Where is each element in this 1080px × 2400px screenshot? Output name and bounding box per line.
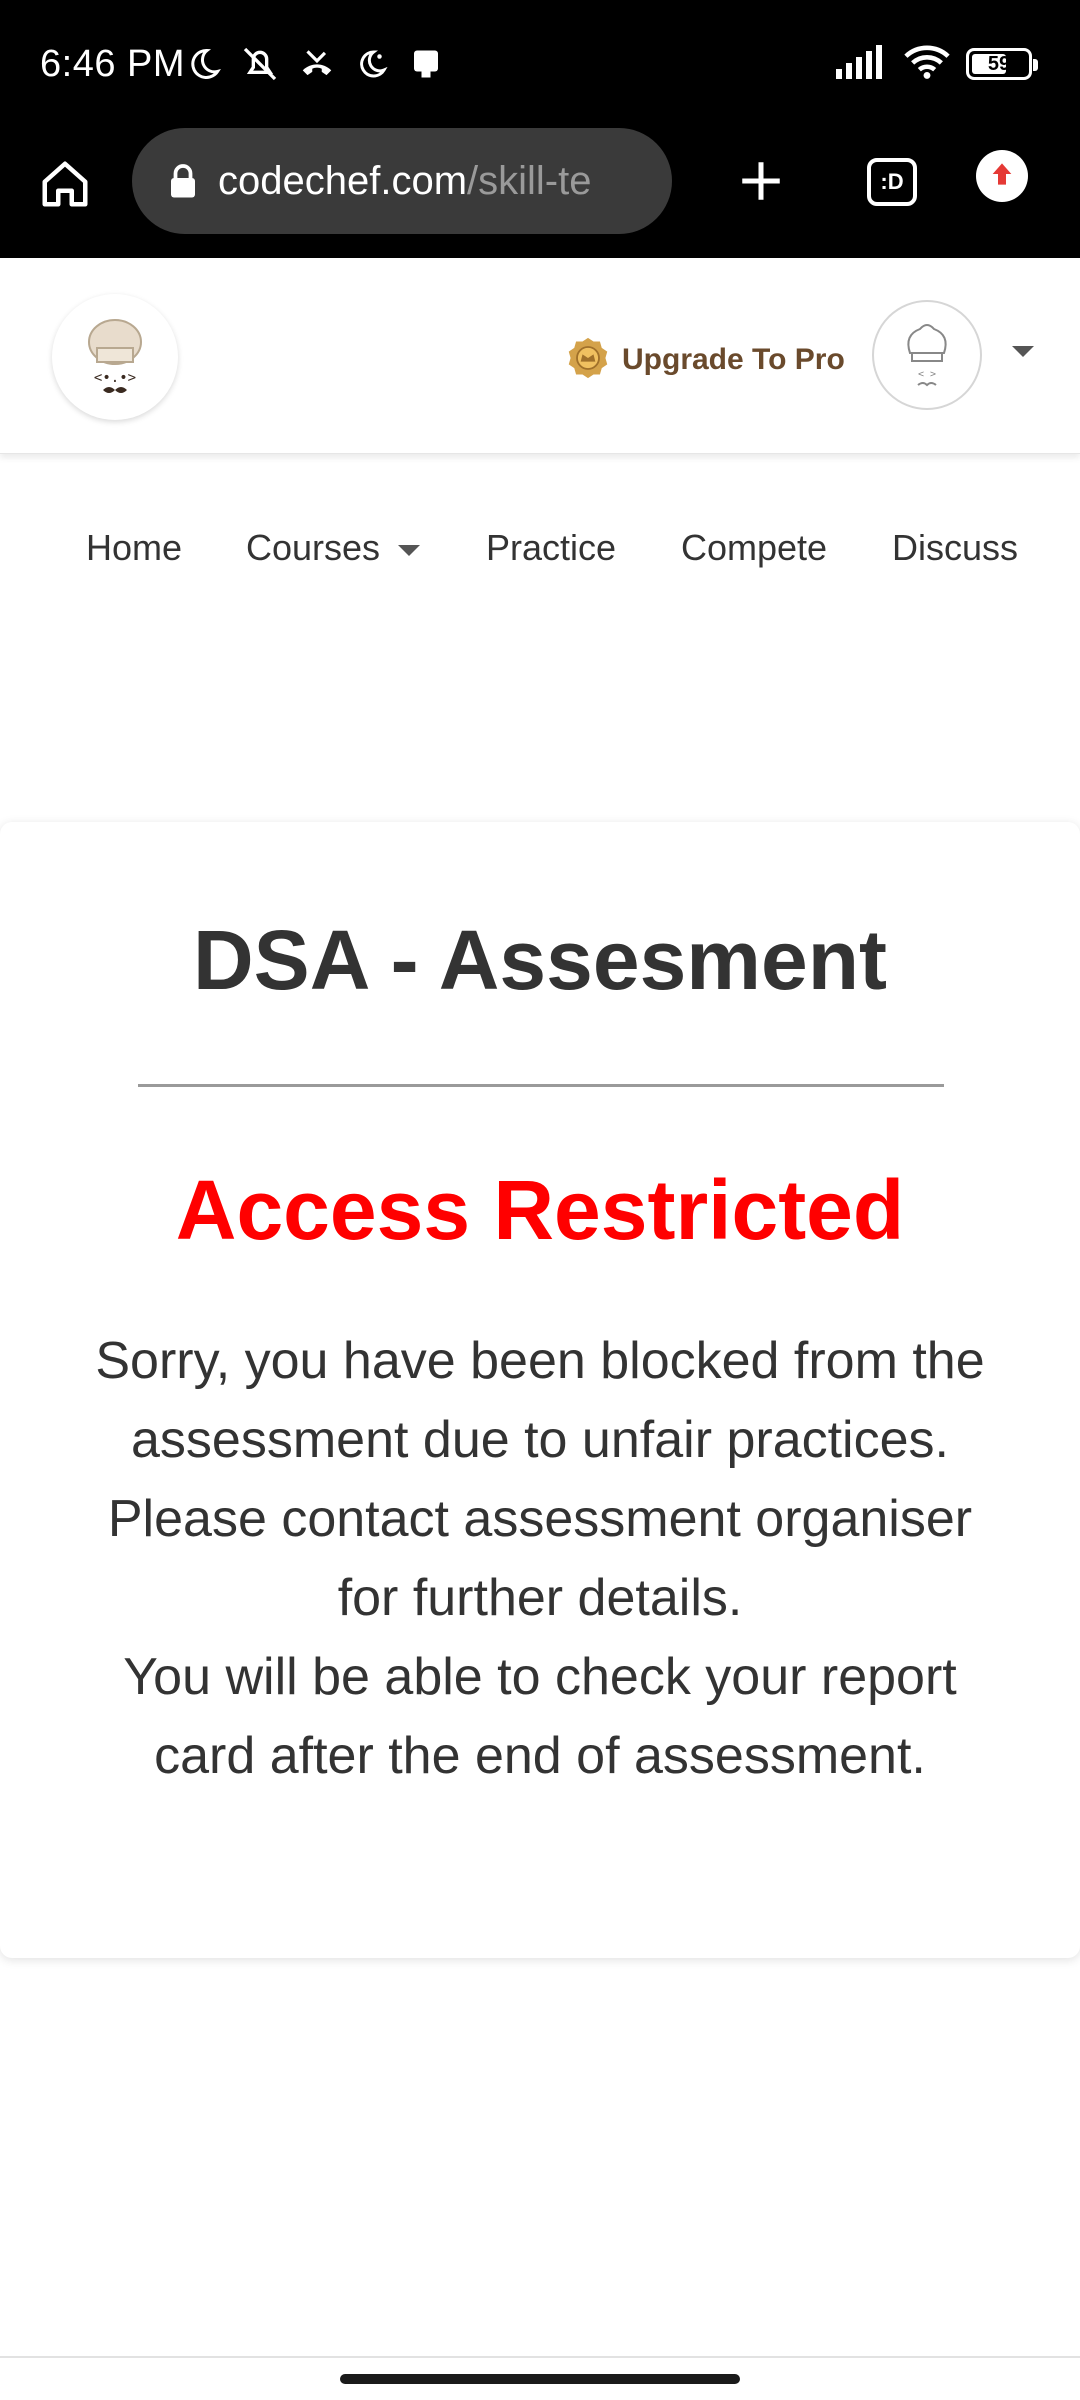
assessment-card: DSA - Assesment Access Restricted Sorry,… [0,822,1080,1958]
message-line: Please contact assessment organiser for … [107,1490,973,1627]
update-button[interactable] [976,150,1028,202]
nav-compete[interactable]: Compete [681,516,827,580]
message-line: You will be able to check your report ca… [123,1648,957,1785]
nav-discuss-label: Discuss [892,527,1019,568]
upgrade-to-pro-link[interactable]: Upgrade To Pro [566,330,845,390]
battery-icon: 59 [966,48,1038,80]
moon-icon [186,46,222,82]
url-path: /skill-te [467,158,592,203]
tab-switcher-button[interactable]: :D [860,150,924,214]
codechef-logo[interactable]: <•.•> [52,294,178,420]
nav-practice-label: Practice [486,527,617,568]
night-mode-icon [354,46,390,82]
avatar[interactable]: < > [872,300,982,410]
nav-home-label: Home [86,527,183,568]
mute-icon [240,44,280,84]
status-time: 6:46 PM [40,43,186,85]
site-header: <•.•> Upgrade To Pro < > [0,258,1080,454]
page-title: DSA - Assesment [193,913,887,1007]
browser-toolbar: codechef.com/skill-te :D [0,128,1080,258]
nav-discuss[interactable]: Discuss [892,516,1018,580]
crown-badge-icon [566,336,610,385]
battery-level: 59 [987,52,1011,75]
url-bar[interactable]: codechef.com/skill-te [132,128,672,234]
message-line: Sorry, you have been blocked from the as… [95,1332,985,1469]
divider [138,1084,944,1087]
notification-icon [408,46,444,82]
svg-text:<•.•>: <•.•> [94,370,136,386]
access-status: Access Restricted [175,1163,905,1257]
update-icon [986,158,1018,195]
nav-practice[interactable]: Practice [486,516,616,580]
wifi-icon [904,44,950,85]
nav-compete-label: Compete [681,527,828,568]
plus-icon [736,156,786,211]
home-button[interactable] [30,146,100,226]
signal-icon [836,44,888,84]
caret-down-icon[interactable] [1012,346,1034,357]
bottom-divider [0,2356,1080,2358]
tab-switcher-icon: :D [867,158,917,206]
home-icon [38,157,92,216]
svg-text:< >: < > [918,369,936,380]
restriction-message: Sorry, you have been blocked from the as… [80,1322,1000,1796]
main-nav: Home Courses Practice Compete Discuss [0,516,1080,580]
nav-courses-label: Courses [246,527,381,568]
status-bar: 6:46 PM 59 [0,0,1080,128]
nav-home[interactable]: Home [86,516,182,580]
url-domain: codechef.com [218,158,468,203]
lock-icon [168,163,198,199]
status-icons-right: 59 [836,44,1038,85]
new-tab-button[interactable] [724,146,798,220]
status-icons-left [186,40,444,88]
gesture-navigation-bar[interactable] [340,2374,740,2384]
upgrade-label: Upgrade To Pro [622,343,845,376]
nav-courses[interactable]: Courses [246,516,421,580]
url-text: codechef.com/skill-te [218,159,591,204]
chevron-down-icon [398,544,421,556]
missed-call-icon [298,45,336,83]
